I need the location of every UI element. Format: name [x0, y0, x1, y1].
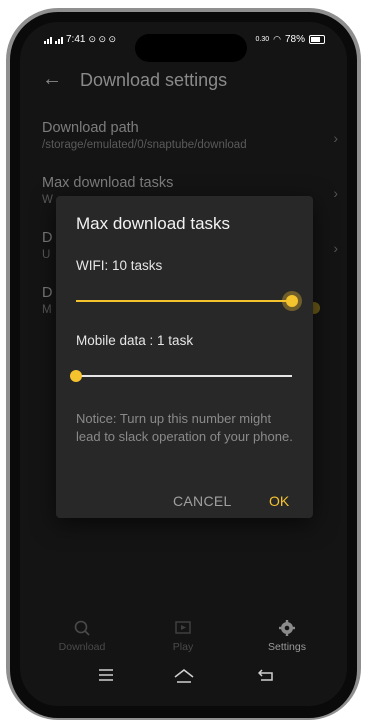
status-time: 7:41 [66, 34, 86, 45]
dialog-title: Max download tasks [76, 214, 231, 233]
nav-label: Settings [268, 641, 306, 653]
wifi-label: WIFI: 10 tasks [76, 258, 163, 273]
wifi-slider[interactable] [76, 290, 302, 312]
play-icon [175, 621, 191, 634]
signal-icon [44, 36, 52, 44]
setting-subtitle: /storage/emulated/0/snaptube/download [42, 139, 247, 151]
slider-fill [76, 300, 292, 302]
setting-title: Max download tasks [42, 175, 174, 191]
chevron-right-icon: › [333, 185, 338, 201]
system-nav [20, 668, 347, 692]
slider-thumb[interactable] [286, 295, 298, 307]
chevron-right-icon: › [333, 130, 338, 146]
battery-percent: 78% [284, 34, 305, 45]
notification-icon: ⊙ ⊙ ⊙ [88, 34, 117, 44]
page-title: Download settings [80, 70, 228, 90]
status-left: 7:41 ⊙ ⊙ ⊙ [44, 34, 116, 45]
setting-title: Download path [42, 120, 139, 136]
nav-label: Play [172, 641, 194, 653]
cancel-button[interactable]: CANCEL [173, 493, 232, 509]
nav-play[interactable]: Play [148, 619, 218, 653]
battery-icon [309, 35, 325, 44]
network-speed: 0.30 [255, 36, 270, 43]
notice-text: Notice: Turn up this number might lead t… [76, 411, 293, 444]
screen: 7:41 ⊙ ⊙ ⊙ 0.30 ◠ 78% ← Download setting… [20, 22, 347, 706]
menu-icon[interactable] [98, 668, 114, 682]
ok-button[interactable]: OK [269, 493, 289, 509]
slider-track [76, 375, 292, 377]
back-icon[interactable] [258, 668, 274, 682]
chevron-right-icon: › [333, 240, 338, 256]
bottom-nav: Download Play Settings [20, 619, 347, 663]
mobile-data-label: Mobile data : 1 task [76, 333, 194, 348]
home-icon[interactable] [174, 668, 194, 684]
status-bar: 7:41 ⊙ ⊙ ⊙ 0.30 ◠ 78% [20, 32, 347, 50]
status-right: 0.30 ◠ 78% [255, 34, 325, 45]
signal-icon-2 [55, 36, 63, 44]
search-icon [74, 620, 90, 636]
max-download-tasks-dialog: Max download tasks WIFI: 10 tasks Mobile… [56, 196, 313, 518]
gear-icon [279, 620, 295, 636]
app-header: ← Download settings [20, 66, 347, 96]
slider-thumb[interactable] [70, 370, 82, 382]
mobile-data-slider[interactable] [70, 365, 292, 387]
setting-download-path[interactable]: Download path /storage/emulated/0/snaptu… [42, 120, 338, 151]
wifi-icon: ◠ [273, 34, 281, 44]
nav-label: Download [58, 641, 106, 653]
nav-download[interactable]: Download [47, 619, 117, 653]
arrow-left-icon[interactable]: ← [42, 68, 62, 91]
nav-settings[interactable]: Settings [252, 619, 322, 653]
